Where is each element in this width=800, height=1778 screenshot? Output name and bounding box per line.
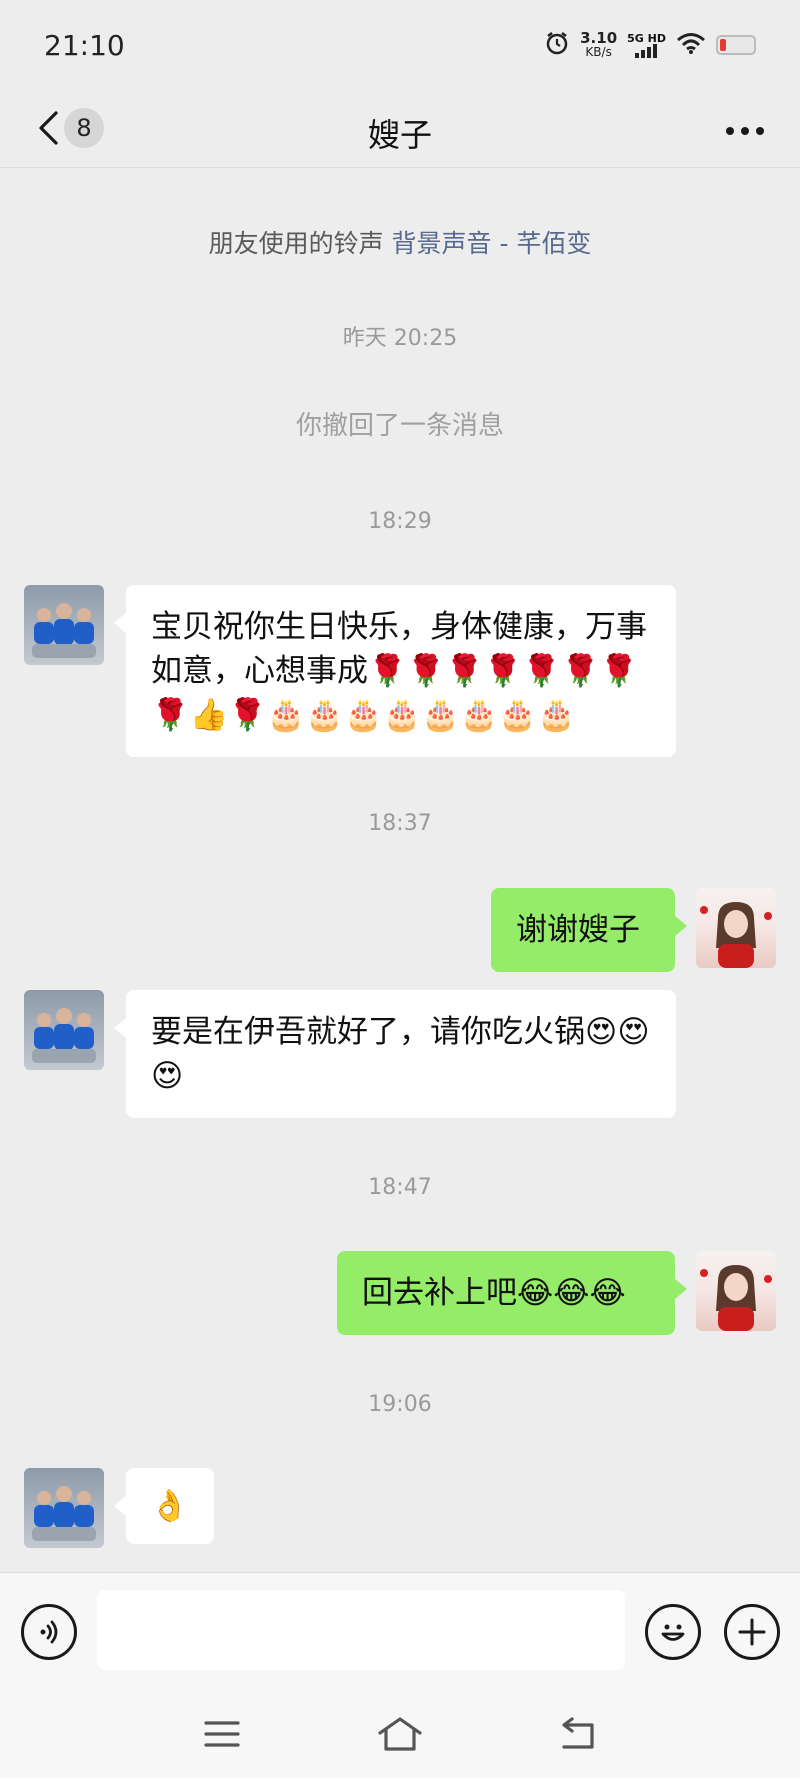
message-text: 宝贝祝你生日快乐，身体健康，万事如意，心想事成🌹🌹🌹🌹🌹🌹🌹🌹👍🌹🎂🎂🎂🎂🎂🎂🎂…	[151, 609, 647, 733]
message-bubble-out[interactable]: 回去补上吧😂😂😂	[337, 1251, 687, 1335]
message-text: 要是在伊吾就好了，请你吃火锅😍😍😍	[151, 1014, 650, 1094]
message-bubble-out[interactable]: 谢谢嫂子	[491, 888, 687, 972]
avatar-photo	[700, 902, 772, 968]
signal-indicator: 5G HD	[627, 33, 666, 58]
battery-level	[720, 39, 726, 51]
status-icons: 3.10 KB/s 5G HD	[544, 30, 756, 60]
menu-nav-button[interactable]	[197, 1712, 247, 1756]
input-bar	[0, 1572, 800, 1690]
message-input[interactable]	[97, 1590, 625, 1670]
message-bubble-in[interactable]: 👌	[114, 1468, 214, 1544]
battery-icon	[716, 35, 756, 55]
ringtone-notice: 朋友使用的铃声 背景声音 - 芊佰变	[0, 224, 800, 260]
chat-title: 嫂子	[367, 116, 432, 154]
message-text: 回去补上吧😂😂😂	[362, 1275, 626, 1311]
message-text: 谢谢嫂子	[516, 912, 640, 948]
contact-avatar[interactable]	[24, 990, 104, 1070]
message-text: 👌	[150, 1488, 189, 1524]
more-options-button[interactable]	[720, 116, 770, 146]
return-icon	[562, 1717, 594, 1749]
timestamp: 18:37	[368, 811, 432, 836]
home-icon	[378, 1717, 422, 1751]
timestamp: 19:06	[368, 1392, 432, 1417]
status-time: 21:10	[44, 28, 125, 62]
network-speed: 3.10 KB/s	[580, 29, 618, 60]
ringtone-song-link[interactable]: 背景声音 - 芊佰变	[392, 229, 592, 258]
home-nav-button[interactable]	[375, 1712, 425, 1756]
avatar-photo	[700, 1265, 772, 1331]
message-bubble-in[interactable]: 要是在伊吾就好了，请你吃火锅😍😍😍	[114, 990, 676, 1118]
signal-label: 5G HD	[627, 31, 666, 45]
contact-avatar[interactable]	[24, 585, 104, 665]
message-bubble-in[interactable]: 宝贝祝你生日快乐，身体健康，万事如意，心想事成🌹🌹🌹🌹🌹🌹🌹🌹👍🌹🎂🎂🎂🎂🎂🎂🎂…	[114, 585, 676, 757]
timestamp: 18:47	[368, 1175, 432, 1200]
more-dots-icon	[726, 127, 764, 135]
contact-avatar[interactable]	[24, 1468, 104, 1548]
back-nav-button[interactable]	[553, 1712, 603, 1756]
wifi-icon	[676, 31, 706, 59]
avatar-photo	[32, 603, 96, 658]
status-bar: 21:10 3.10 KB/s 5G HD	[0, 0, 800, 90]
recall-notice: 你撤回了一条消息	[295, 411, 504, 441]
ringtone-prefix: 朋友使用的铃声	[208, 229, 392, 258]
more-functions-button[interactable]	[724, 1604, 780, 1660]
timestamp: 18:29	[368, 509, 432, 534]
timestamp: 昨天 20:25	[342, 326, 458, 351]
chat-header: 8 嫂子	[0, 90, 800, 168]
voice-icon	[40, 1620, 58, 1644]
network-speed-unit: KB/s	[585, 45, 612, 59]
alarm-icon	[544, 30, 570, 60]
network-speed-value: 3.10	[580, 29, 618, 47]
menu-icon	[204, 1721, 240, 1747]
avatar-photo	[32, 1008, 96, 1063]
plus-icon	[738, 1618, 766, 1646]
my-avatar[interactable]	[696, 888, 776, 968]
voice-button[interactable]	[21, 1604, 77, 1660]
system-nav-bar	[0, 1690, 800, 1778]
emoji-button[interactable]	[645, 1604, 701, 1660]
my-avatar[interactable]	[696, 1251, 776, 1331]
avatar-photo	[32, 1486, 96, 1541]
smiley-icon	[661, 1624, 685, 1641]
signal-icon	[634, 43, 657, 58]
